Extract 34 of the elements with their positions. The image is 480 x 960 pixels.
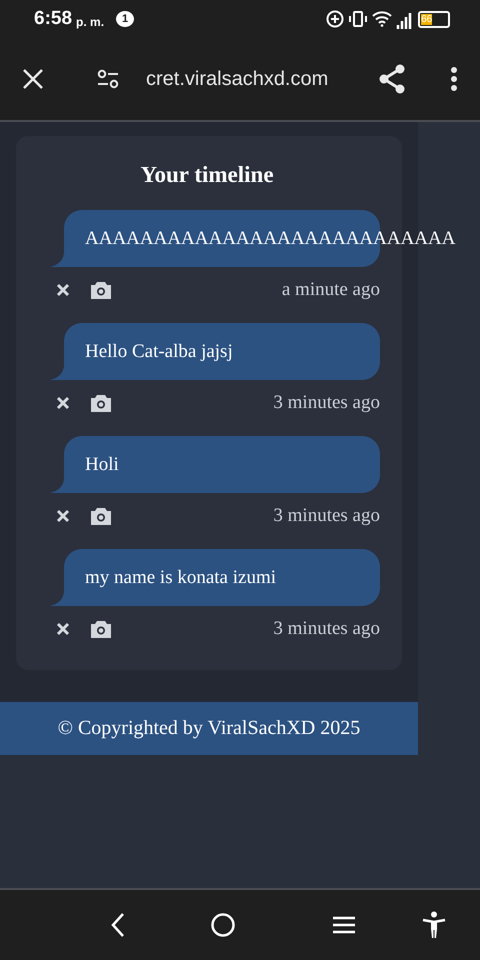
delete-button[interactable] xyxy=(56,283,70,297)
battery-icon: 66 xyxy=(418,10,450,28)
close-icon[interactable] xyxy=(22,68,44,90)
message-text: Holi xyxy=(85,454,119,476)
post-time: 3 minutes ago xyxy=(273,505,380,527)
data-saver-icon xyxy=(326,10,344,28)
delete-button[interactable] xyxy=(56,622,70,636)
delete-button[interactable] xyxy=(56,396,70,410)
camera-button[interactable] xyxy=(90,620,112,638)
copyright-footer: © Copyrighted by ViralSachXD 2025 xyxy=(0,702,418,755)
recents-button[interactable] xyxy=(332,915,356,935)
post-time: 3 minutes ago xyxy=(273,618,380,640)
accessibility-button[interactable] xyxy=(422,911,446,939)
share-icon[interactable] xyxy=(378,64,406,94)
notification-badge: 1 xyxy=(116,11,134,27)
back-button[interactable] xyxy=(110,912,126,938)
status-time: 6:58 xyxy=(34,8,72,30)
home-button[interactable] xyxy=(210,912,236,938)
url-text[interactable]: cret.viralsachxd.com xyxy=(146,68,378,90)
timeline-title: Your timeline xyxy=(139,162,275,188)
wifi-icon xyxy=(372,11,392,27)
message-text: Hello Cat-alba jajsj xyxy=(85,340,233,362)
delete-button[interactable] xyxy=(56,509,70,523)
message-text: AAAAAAAAAAAAAAAAAAAAAAAAAAA xyxy=(85,228,456,250)
camera-button[interactable] xyxy=(90,281,112,299)
camera-button[interactable] xyxy=(90,394,112,412)
camera-button[interactable] xyxy=(90,507,112,525)
post-time: a minute ago xyxy=(282,279,380,301)
post-time: 3 minutes ago xyxy=(273,392,380,414)
vibrate-icon xyxy=(348,11,368,27)
more-icon[interactable] xyxy=(450,66,458,92)
message-text: my name is konata izumi xyxy=(85,566,276,588)
site-settings-icon[interactable] xyxy=(96,69,120,89)
status-ampm: p. m. xyxy=(76,14,104,28)
